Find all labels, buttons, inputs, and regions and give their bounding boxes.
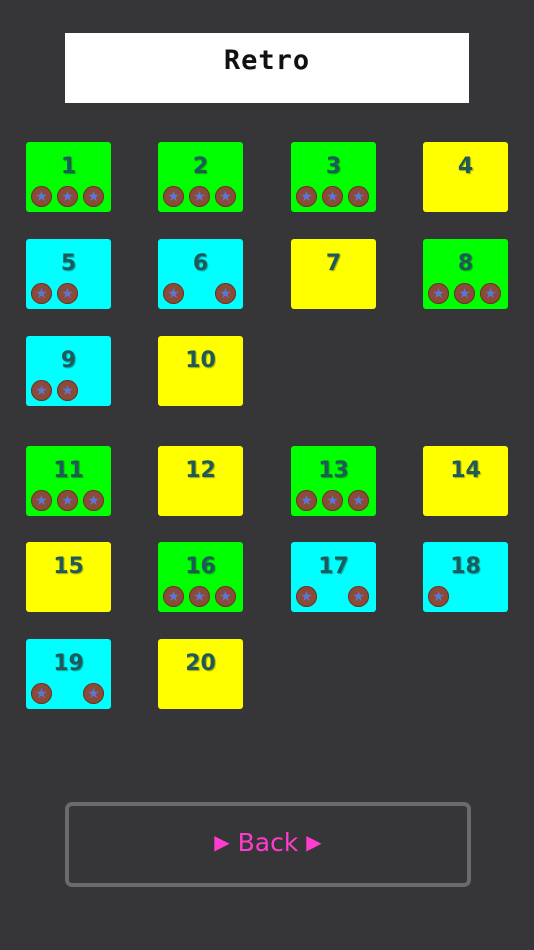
star-coin-icon: ★ [296, 186, 317, 207]
star-coin-icon: ★ [348, 186, 369, 207]
level-tile-14[interactable]: 14 [423, 446, 508, 516]
star-coin-icon: ★ [57, 380, 78, 401]
level-number: 17 [318, 554, 349, 579]
star-coin-icon: ★ [189, 186, 210, 207]
level-number: 7 [325, 251, 342, 276]
star-coin-icon: ★ [296, 490, 317, 511]
level-tile-5[interactable]: 5 ★ ★ [26, 239, 111, 309]
level-tile-13[interactable]: 13 ★ ★ ★ [291, 446, 376, 516]
star-coin-icon: ★ [31, 186, 52, 207]
level-tile-4[interactable]: 4 [423, 142, 508, 212]
star-coin-icon: ★ [163, 186, 184, 207]
title-banner: Retro [65, 33, 469, 103]
level-tile-3[interactable]: 3 ★ ★ ★ [291, 142, 376, 212]
level-number: 8 [457, 251, 474, 276]
star-coin-icon: ★ [163, 586, 184, 607]
level-tile-2[interactable]: 2 ★ ★ ★ [158, 142, 243, 212]
star-coin-icon: ★ [57, 490, 78, 511]
level-tile-18[interactable]: 18 ★ [423, 542, 508, 612]
level-tile-12[interactable]: 12 [158, 446, 243, 516]
level-tile-7[interactable]: 7 [291, 239, 376, 309]
star-coin-icon: ★ [428, 586, 449, 607]
level-tile-17[interactable]: 17 ★ ★ [291, 542, 376, 612]
level-number: 16 [185, 554, 216, 579]
star-coin-icon: ★ [163, 283, 184, 304]
level-number: 11 [53, 458, 84, 483]
level-tile-20[interactable]: 20 [158, 639, 243, 709]
level-number: 19 [53, 651, 84, 676]
star-coin-icon: ★ [296, 586, 317, 607]
star-coin-icon: ★ [322, 490, 343, 511]
level-tile-9[interactable]: 9 ★ ★ [26, 336, 111, 406]
level-number: 15 [53, 554, 84, 579]
back-button-label-row: ▶ Back ▶ [69, 828, 467, 857]
back-button[interactable]: ▶ Back ▶ [65, 802, 471, 887]
level-number: 9 [60, 348, 77, 373]
star-coin-icon: ★ [57, 186, 78, 207]
star-coin-icon: ★ [348, 586, 369, 607]
star-coin-icon: ★ [31, 683, 52, 704]
star-coin-icon: ★ [83, 490, 104, 511]
level-tile-10[interactable]: 10 [158, 336, 243, 406]
star-coin-icon: ★ [31, 490, 52, 511]
star-coin-icon: ★ [322, 186, 343, 207]
level-number: 5 [60, 251, 77, 276]
star-coin-icon: ★ [480, 283, 501, 304]
play-arrow-icon: ▶ [214, 830, 230, 854]
level-number: 18 [450, 554, 481, 579]
level-number: 12 [185, 458, 216, 483]
level-tile-16[interactable]: 16 ★ ★ ★ [158, 542, 243, 612]
level-number: 1 [60, 154, 77, 179]
level-number: 3 [325, 154, 342, 179]
star-coin-icon: ★ [31, 283, 52, 304]
level-tile-19[interactable]: 19 ★ ★ [26, 639, 111, 709]
level-number: 10 [185, 348, 216, 373]
star-coin-icon: ★ [83, 186, 104, 207]
star-coin-icon: ★ [215, 283, 236, 304]
level-number: 14 [450, 458, 481, 483]
page-title: Retro [223, 45, 311, 76]
level-tile-11[interactable]: 11 ★ ★ ★ [26, 446, 111, 516]
level-number: 6 [192, 251, 209, 276]
star-coin-icon: ★ [215, 586, 236, 607]
play-arrow-icon: ▶ [306, 830, 322, 854]
star-coin-icon: ★ [31, 380, 52, 401]
star-coin-icon: ★ [428, 283, 449, 304]
level-tile-15[interactable]: 15 [26, 542, 111, 612]
star-coin-icon: ★ [454, 283, 475, 304]
level-tile-8[interactable]: 8 ★ ★ ★ [423, 239, 508, 309]
level-tile-1[interactable]: 1 ★ ★ ★ [26, 142, 111, 212]
back-label: Back [237, 828, 299, 857]
star-coin-icon: ★ [348, 490, 369, 511]
star-coin-icon: ★ [83, 683, 104, 704]
star-coin-icon: ★ [215, 186, 236, 207]
level-number: 20 [185, 651, 216, 676]
level-tile-6[interactable]: 6 ★ ★ [158, 239, 243, 309]
star-coin-icon: ★ [189, 586, 210, 607]
level-number: 2 [192, 154, 209, 179]
level-number: 4 [457, 154, 474, 179]
level-number: 13 [318, 458, 349, 483]
star-coin-icon: ★ [57, 283, 78, 304]
